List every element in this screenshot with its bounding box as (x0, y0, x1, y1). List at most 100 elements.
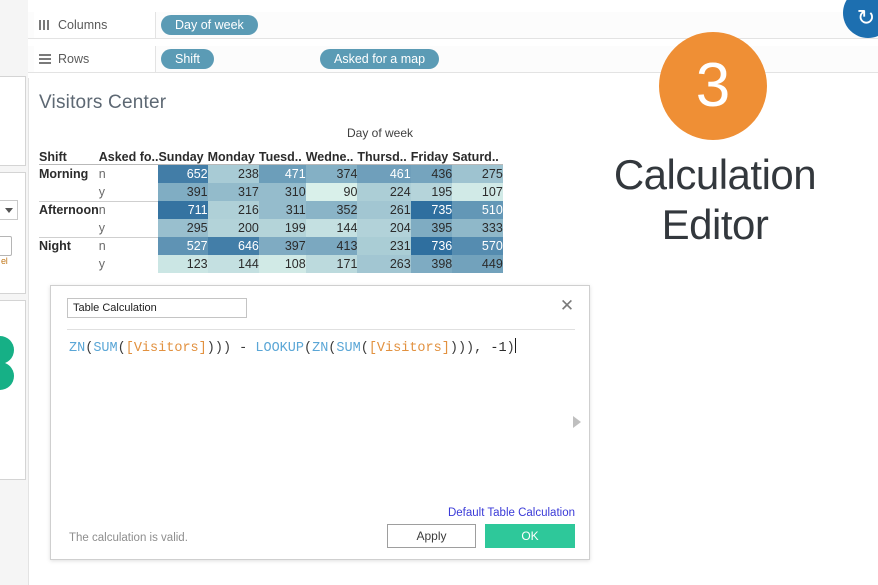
row-label-asked: y (98, 257, 105, 271)
heatmap-cell[interactable]: 449 (452, 255, 503, 273)
heatmap-cell[interactable]: 374 (305, 164, 358, 183)
heatmap-cell[interactable]: 144 (305, 219, 358, 237)
row-label-shift (39, 219, 99, 237)
col-header-friday: Friday (410, 144, 453, 165)
row-label-asked: n (98, 164, 159, 183)
chevron-right-icon[interactable] (573, 416, 581, 428)
close-icon[interactable]: ✕ (557, 296, 577, 316)
pill-shift[interactable]: Shift (161, 49, 215, 69)
col-header-sunday: Sunday (158, 144, 208, 165)
sidebar-panel-card-top (0, 76, 26, 166)
formula-editor[interactable]: ZN(SUM([Visitors]))) - LOOKUP(ZN(SUM([Vi… (69, 338, 569, 359)
chevron-down-icon (5, 208, 13, 213)
heatmap-cell[interactable]: 216 (207, 201, 259, 219)
heatmap-cell[interactable]: 107 (452, 183, 503, 201)
column-group-header: Day of week (346, 126, 414, 140)
default-table-calculation-link[interactable]: Default Table Calculation (448, 507, 575, 519)
sidebar-panel-card-middle (0, 172, 26, 294)
sidebar-dropdown[interactable] (0, 200, 18, 220)
col-header-saturd: Saturd.. (452, 144, 503, 165)
heatmap-cell[interactable]: 352 (305, 201, 358, 219)
pill-asked-for-a-map[interactable]: Asked for a map (320, 49, 440, 69)
formula-token-fn: SUM (93, 341, 118, 356)
heatmap-cell[interactable]: 391 (158, 183, 208, 201)
sidebar-truncated-label: el (1, 256, 8, 266)
heatmap-cell[interactable]: 736 (410, 237, 453, 255)
ok-button[interactable]: OK (485, 524, 575, 548)
rows-label-text: Rows (58, 52, 90, 66)
heatmap-cell[interactable]: 735 (410, 201, 453, 219)
col-header-wedne: Wedne.. (305, 144, 358, 165)
heatmap-cell[interactable]: 395 (410, 219, 453, 237)
row-label-asked: y (98, 220, 105, 235)
heatmap-cell[interactable]: 510 (452, 201, 503, 219)
heatmap-cell[interactable]: 108 (258, 255, 306, 273)
heatmap-cell[interactable]: 310 (258, 183, 306, 201)
pill-day-of-week[interactable]: Day of week (161, 15, 258, 35)
calculation-name-input[interactable] (67, 298, 247, 318)
row-label-asked: y (98, 184, 105, 199)
crosstab-header-row: Shift Asked fo.. Sunday Monday Tuesd.. Wedne.… (39, 144, 503, 165)
heatmap-cell[interactable]: 195 (410, 183, 453, 201)
heatmap-cell[interactable]: 711 (158, 201, 208, 219)
formula-token-punct: , (474, 341, 491, 356)
formula-token-op: - (231, 341, 256, 356)
heatmap-cell[interactable]: 311 (258, 201, 306, 219)
formula-token-fn: ZN (312, 341, 329, 356)
heatmap-cell[interactable]: 123 (158, 255, 208, 273)
row-label-shift (39, 255, 99, 273)
heatmap-cell[interactable]: 436 (410, 164, 453, 183)
apply-button[interactable]: Apply (387, 524, 476, 548)
sidebar-panel-card-bottom (0, 300, 26, 480)
formula-token-num: -1 (490, 341, 507, 356)
heatmap-cell[interactable]: 652 (158, 164, 208, 183)
heatmap-cell[interactable]: 398 (410, 255, 453, 273)
heatmap-cell[interactable]: 317 (207, 183, 259, 201)
table-row: y 295 200 199 144 204 395 333 (39, 219, 503, 237)
heatmap-cell[interactable]: 261 (357, 201, 411, 219)
columns-label-text: Columns (58, 18, 108, 32)
heatmap-cell[interactable]: 204 (357, 219, 411, 237)
heatmap-cell[interactable]: 263 (357, 255, 411, 273)
heatmap-cell[interactable]: 231 (357, 237, 411, 255)
heatmap-cell[interactable]: 461 (357, 164, 411, 183)
formula-token-punct: ( (303, 341, 313, 356)
row-label-shift: Morning (39, 164, 99, 183)
heatmap-cell[interactable]: 200 (207, 219, 259, 237)
heatmap-cell[interactable]: 527 (158, 237, 208, 255)
heatmap-cell[interactable]: 171 (305, 255, 358, 273)
row-label-shift: Night (39, 236, 99, 255)
table-row: Morning n 652 238 471 374 461 436 275 (39, 164, 503, 183)
heatmap-cell[interactable]: 570 (452, 237, 503, 255)
heatmap-cell[interactable]: 646 (207, 237, 259, 255)
heatmap-cell[interactable]: 275 (452, 164, 503, 183)
sidebar-pill[interactable] (0, 236, 12, 256)
heatmap-cell[interactable]: 144 (207, 255, 259, 273)
heatmap-cell[interactable]: 238 (207, 164, 259, 183)
formula-token-punct: ))) (206, 341, 232, 356)
redo-icon: ↻ (856, 4, 876, 30)
heatmap-cell[interactable]: 397 (258, 237, 306, 255)
heatmap-cell[interactable]: 295 (158, 219, 208, 237)
table-row: y 391 317 310 90 224 195 107 (39, 183, 503, 201)
heatmap-cell[interactable]: 333 (452, 219, 503, 237)
crosstab-body: Morning n 652 238 471 374 461 436 275 y 391 317 310 9… (39, 164, 503, 273)
heatmap-cell[interactable]: 90 (305, 183, 358, 201)
heatmap-cell[interactable]: 471 (258, 164, 306, 183)
col-header-asked: Asked fo.. (98, 144, 159, 165)
formula-token-fn: ZN (69, 341, 86, 356)
dialog-divider (67, 329, 575, 330)
heatmap-cell[interactable]: 199 (258, 219, 306, 237)
col-header-thursd: Thursd.. (357, 144, 411, 165)
heatmap-cell[interactable]: 224 (357, 183, 411, 201)
table-row: Afternoon n 711 216 311 352 261 735 510 (39, 200, 503, 219)
page-title: Visitors Center (39, 92, 167, 113)
table-row: y 123 144 108 171 263 398 449 (39, 255, 503, 273)
formula-token-punct: ( (117, 341, 126, 356)
heatmap-cell[interactable]: 413 (305, 237, 358, 255)
columns-shelf[interactable]: Columns Day of week (28, 12, 878, 39)
annotation-label-line2: Editor (661, 200, 769, 248)
col-header-shift: Shift (39, 144, 99, 165)
annotation-label-line1: Calculation (613, 151, 817, 198)
annotation-label: Calculation Editor (560, 150, 870, 249)
